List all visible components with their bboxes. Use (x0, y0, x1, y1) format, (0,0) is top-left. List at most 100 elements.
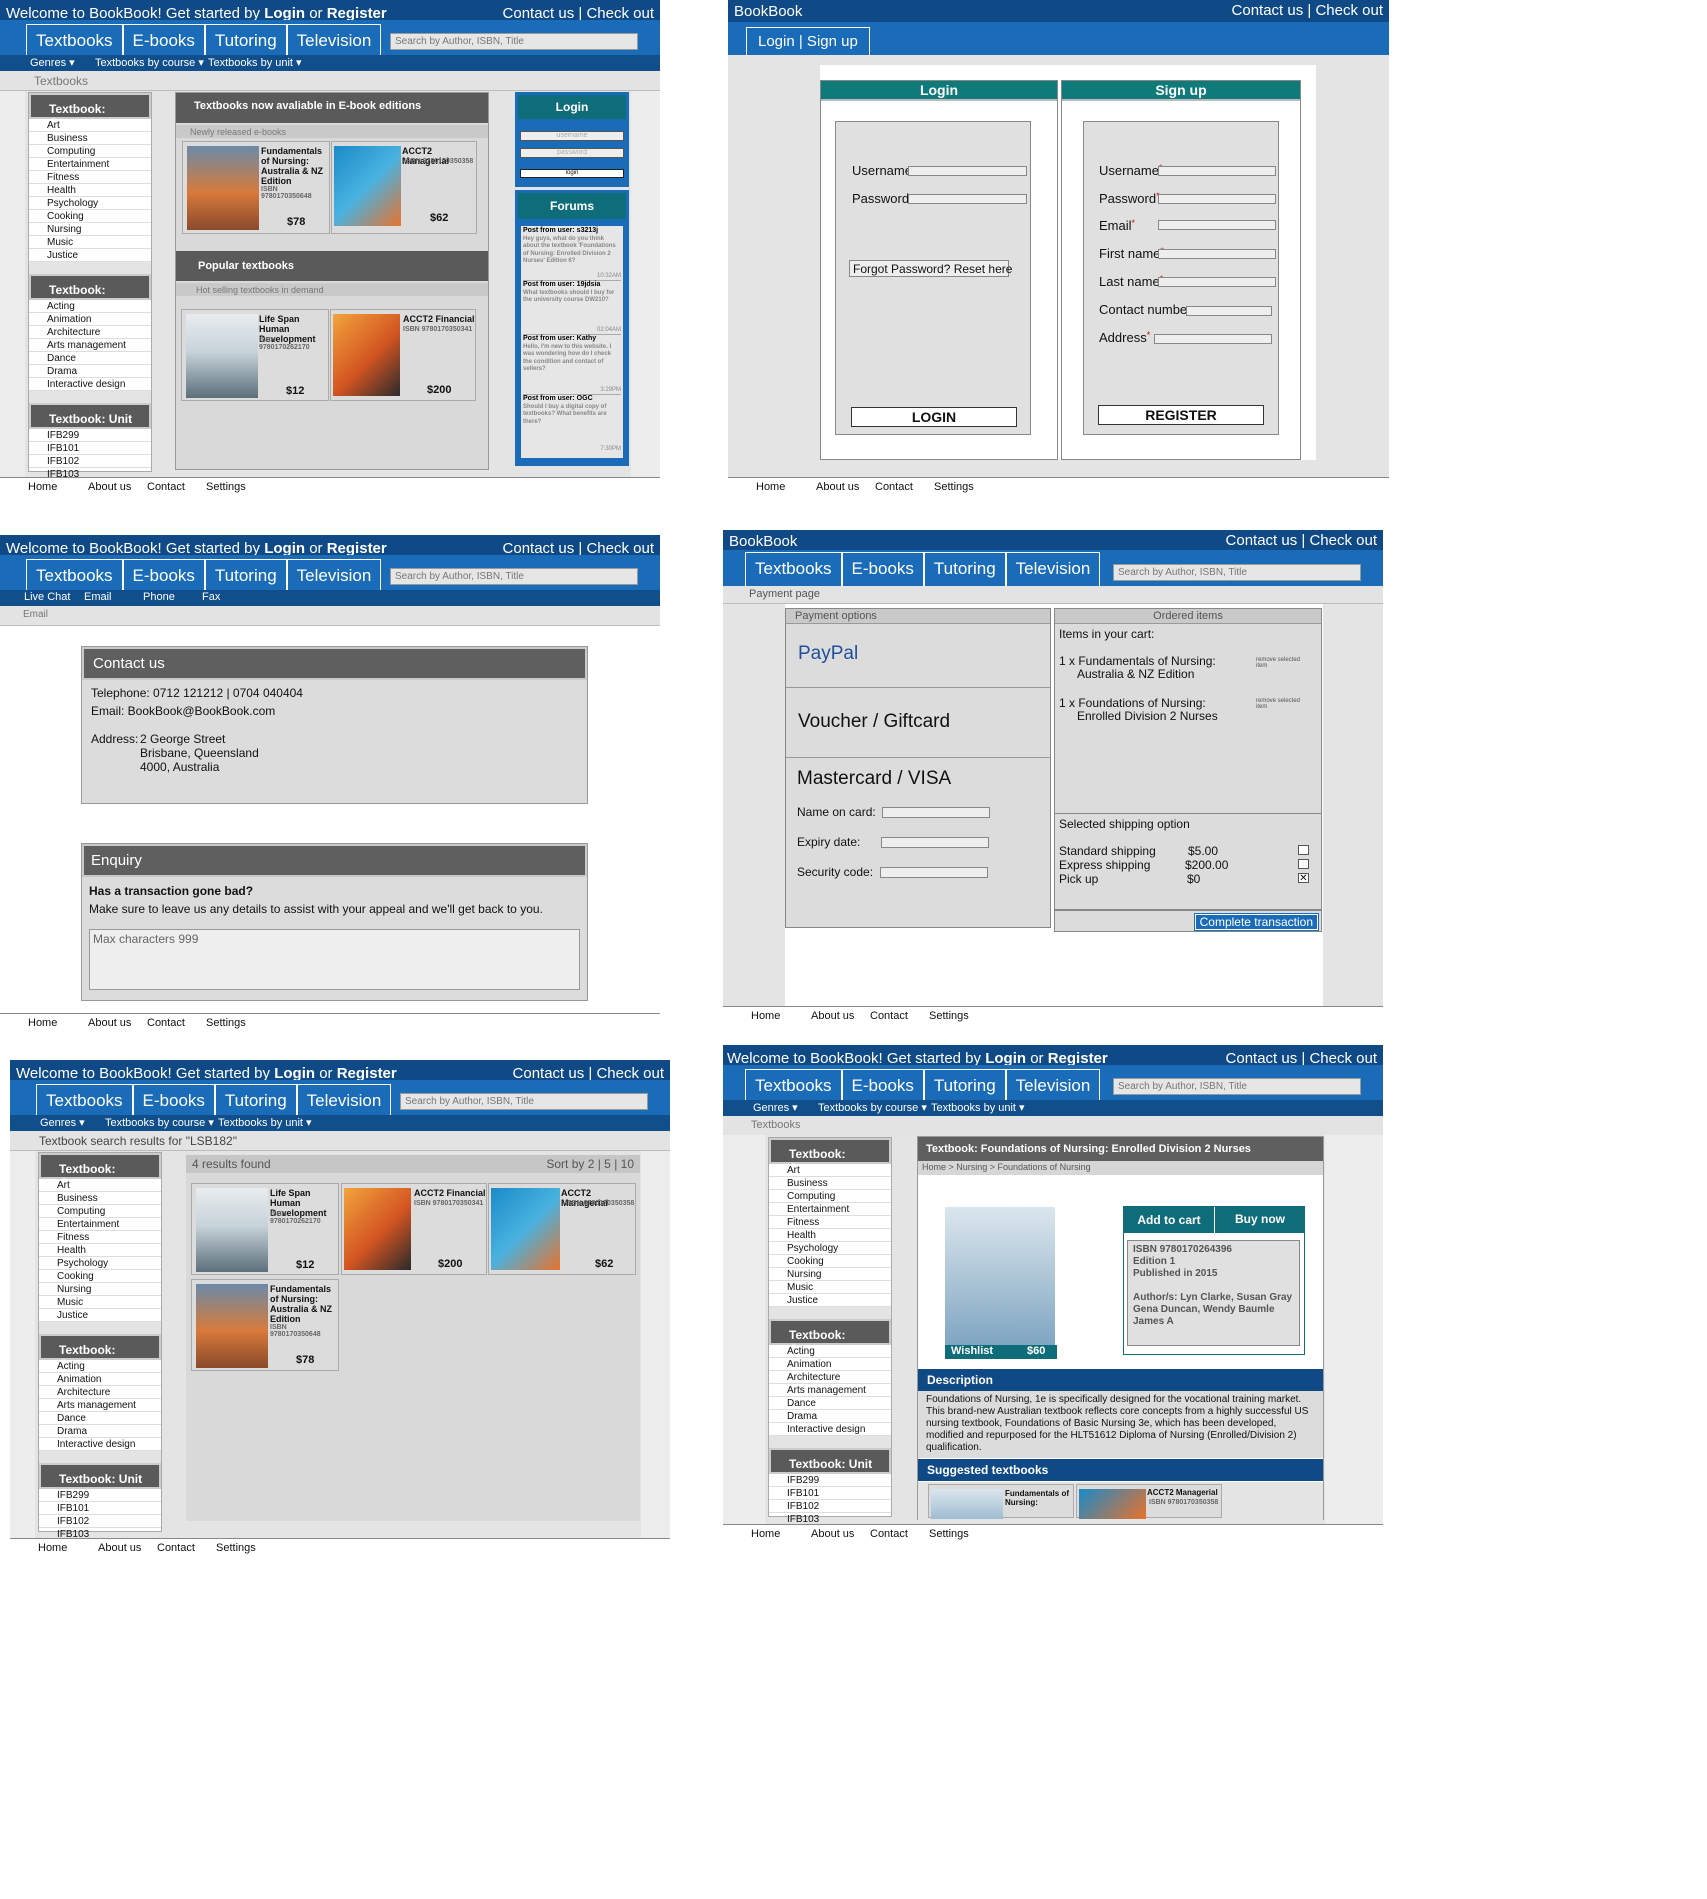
first-name-field[interactable] (1158, 249, 1276, 259)
sidebar-item-music[interactable]: Music (769, 1281, 891, 1294)
footer-home[interactable]: Home (756, 481, 785, 493)
tab-tutoring[interactable]: Tutoring (923, 1069, 1006, 1103)
sidebar-item-entertainment[interactable]: Entertainment (769, 1203, 891, 1216)
tab-television[interactable]: Television (296, 1084, 392, 1118)
login-button[interactable]: login (520, 169, 624, 178)
sort-options[interactable]: Sort by 2 | 5 | 10 (546, 1157, 634, 1171)
footer-about[interactable]: About us (88, 1017, 131, 1029)
sidebar-item-ifb299[interactable]: IFB299 (39, 1489, 161, 1502)
sidebar-item-nursing[interactable]: Nursing (39, 1283, 161, 1296)
book-card[interactable]: ACCT2 Financial ISBN 9780170350341 $200 (330, 309, 476, 401)
footer-about[interactable]: About us (811, 1528, 854, 1540)
footer-contact[interactable]: Contact (875, 481, 913, 493)
name-on-card-field[interactable] (882, 807, 990, 818)
live-chat-link[interactable]: Live Chat (24, 591, 70, 603)
brand[interactable]: BookBook (729, 533, 797, 550)
login-button[interactable]: LOGIN (851, 407, 1017, 427)
sidebar-item-music[interactable]: Music (39, 1296, 161, 1309)
voucher-option[interactable]: Voucher / Giftcard (786, 688, 1050, 758)
tab-ebooks[interactable]: E-books (841, 552, 924, 586)
sidebar-item-drama[interactable]: Drama (39, 1425, 161, 1438)
sidebar-item-cooking[interactable]: Cooking (39, 1270, 161, 1283)
tab-textbooks[interactable]: Textbooks (745, 552, 842, 586)
forum-post[interactable]: Post from user: Kathy Hello, I'm new to t… (523, 335, 621, 395)
footer-about[interactable]: About us (88, 481, 131, 493)
sidebar-item-psychology[interactable]: Psychology (39, 1257, 161, 1270)
sidebar-item-justice[interactable]: Justice (39, 1309, 161, 1322)
footer-settings[interactable]: Settings (216, 1542, 256, 1554)
tab-textbooks[interactable]: Textbooks (26, 559, 123, 593)
sidebar-item-fitness[interactable]: Fitness (769, 1216, 891, 1229)
sidebar-item-cooking[interactable]: Cooking (29, 210, 151, 223)
sidebar-item-drama[interactable]: Drama (769, 1410, 891, 1423)
tab-ebooks[interactable]: E-books (132, 1084, 215, 1118)
sidebar-item-ifb102[interactable]: IFB102 (29, 455, 151, 468)
tab-textbooks[interactable]: Textbooks (36, 1084, 133, 1118)
sidebar-item-ifb299[interactable]: IFB299 (29, 429, 151, 442)
contact-number-field[interactable] (1186, 306, 1272, 316)
footer-settings[interactable]: Settings (934, 481, 974, 493)
sidebar-item-ifb101[interactable]: IFB101 (29, 442, 151, 455)
book-card[interactable]: Life Span Human Development ISBN 9780170… (181, 309, 329, 401)
sidebar-item-ifb101[interactable]: IFB101 (39, 1502, 161, 1515)
sidebar-item-business[interactable]: Business (769, 1177, 891, 1190)
sidebar-item-drama[interactable]: Drama (29, 365, 151, 378)
course-dropdown[interactable]: Textbooks by course ▾ (818, 1101, 927, 1114)
search-input[interactable]: Search by Author, ISBN, Title (390, 33, 638, 50)
card-option-title[interactable]: Mastercard / VISA (797, 768, 951, 790)
sidebar-item-computing[interactable]: Computing (29, 145, 151, 158)
phone-link[interactable]: Phone (143, 591, 175, 603)
signup-username-field[interactable] (1158, 166, 1276, 176)
sidebar-item-interactive-design[interactable]: Interactive design (769, 1423, 891, 1436)
footer-home[interactable]: Home (28, 481, 57, 493)
tab-tutoring[interactable]: Tutoring (204, 559, 287, 593)
complete-transaction-button[interactable]: Complete transaction (1193, 913, 1320, 931)
tab-ebooks[interactable]: E-books (122, 559, 205, 593)
password-input[interactable]: password (520, 148, 624, 158)
sidebar-item-arts-management[interactable]: Arts management (29, 339, 151, 352)
footer-home[interactable]: Home (751, 1528, 780, 1540)
footer-about[interactable]: About us (811, 1010, 854, 1022)
book-card[interactable]: ACCT2 Financial ISBN 9780170350341 $200 (341, 1183, 487, 1275)
tab-textbooks[interactable]: Textbooks (26, 24, 123, 58)
sidebar-item-computing[interactable]: Computing (769, 1190, 891, 1203)
footer-about[interactable]: About us (98, 1542, 141, 1554)
tab-textbooks[interactable]: Textbooks (745, 1069, 842, 1103)
unit-dropdown[interactable]: Textbooks by unit ▾ (931, 1101, 1025, 1114)
book-card[interactable]: ACCT2 Managerial ISBN 9780170350358 $62 (331, 141, 477, 234)
footer-settings[interactable]: Settings (206, 481, 246, 493)
sidebar-item-arts-management[interactable]: Arts management (769, 1384, 891, 1397)
search-input[interactable]: Search by Author, ISBN, Title (400, 1093, 648, 1110)
sidebar-item-business[interactable]: Business (29, 132, 151, 145)
address-field[interactable] (1154, 334, 1272, 344)
sidebar-item-dance[interactable]: Dance (39, 1412, 161, 1425)
sidebar-item-nursing[interactable]: Nursing (29, 223, 151, 236)
sidebar-item-justice[interactable]: Justice (769, 1294, 891, 1307)
last-name-field[interactable] (1158, 277, 1276, 287)
sidebar-item-fitness[interactable]: Fitness (39, 1231, 161, 1244)
remove-item-link[interactable]: remove selected item (1256, 698, 1312, 710)
sidebar-item-ifb299[interactable]: IFB299 (769, 1474, 891, 1487)
unit-dropdown[interactable]: Textbooks by unit ▾ (208, 56, 302, 69)
tab-ebooks[interactable]: E-books (841, 1069, 924, 1103)
buy-now-button[interactable]: Buy now (1215, 1207, 1305, 1233)
sidebar-item-health[interactable]: Health (39, 1244, 161, 1257)
remove-item-link[interactable]: remove selected item (1256, 657, 1312, 669)
sidebar-item-psychology[interactable]: Psychology (29, 197, 151, 210)
tab-tutoring[interactable]: Tutoring (923, 552, 1006, 586)
sidebar-item-fitness[interactable]: Fitness (29, 171, 151, 184)
expiry-field[interactable] (881, 837, 989, 848)
password-field[interactable] (908, 194, 1027, 204)
contact-checkout-link[interactable]: Contact us | Check out (1226, 532, 1377, 549)
suggested-book-card[interactable]: Fundamentals of Nursing: (928, 1484, 1074, 1519)
sidebar-item-dance[interactable]: Dance (769, 1397, 891, 1410)
tab-television[interactable]: Television (1005, 552, 1101, 586)
book-card[interactable]: ACCT2 Managerial ISBN 9780170350358 $62 (488, 1183, 636, 1275)
tab-television[interactable]: Television (1005, 1069, 1101, 1103)
footer-settings[interactable]: Settings (929, 1528, 969, 1540)
sidebar-item-architecture[interactable]: Architecture (29, 326, 151, 339)
sidebar-item-arts-management[interactable]: Arts management (39, 1399, 161, 1412)
product-breadcrumb[interactable]: Home > Nursing > Foundations of Nursing (918, 1161, 1323, 1175)
genres-dropdown[interactable]: Genres ▾ (40, 1116, 85, 1129)
sidebar-item-animation[interactable]: Animation (29, 313, 151, 326)
